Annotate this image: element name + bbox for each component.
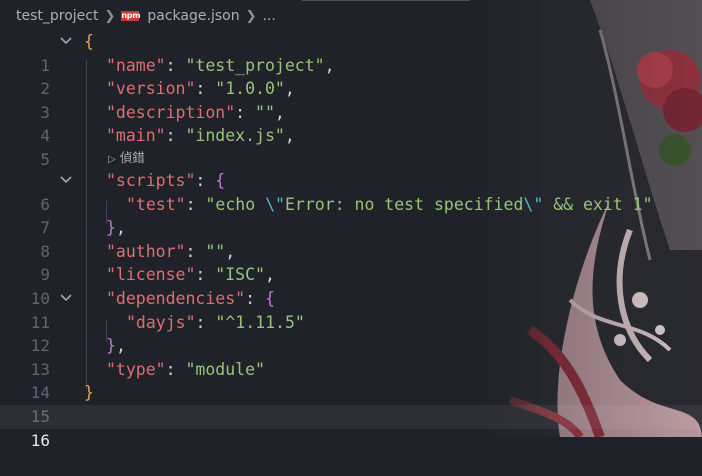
brace-open: { (215, 171, 226, 190)
json-key: "main" (106, 126, 166, 146)
json-key: "description" (106, 102, 236, 122)
code-line[interactable]: 6 "scripts": { (0, 169, 702, 214)
code-text: "version": "1.0.0", (106, 77, 295, 101)
json-value: "index.js" (185, 126, 285, 146)
escape-sequence: \" (265, 194, 285, 214)
json-key: "scripts" (106, 171, 196, 190)
colon: : (195, 312, 216, 332)
comma: , (284, 126, 295, 146)
colon: : (245, 289, 265, 308)
colon: : (165, 55, 186, 75)
code-line[interactable]: 7 "test": "echo \"Error: no test specifi… (0, 193, 702, 238)
code-text: "author": "", (106, 240, 235, 264)
breadcrumb: test_project ❯ npm package.json ❯ ... (0, 0, 702, 32)
chevron-down-icon[interactable] (60, 30, 76, 45)
breadcrumb-more[interactable]: ... (262, 8, 275, 24)
json-value-part: Error: no test specified (284, 194, 524, 214)
comma: , (264, 265, 275, 285)
chevron-right-icon: ❯ (245, 8, 257, 24)
chevron-down-icon[interactable] (60, 169, 76, 184)
brace-open: { (264, 289, 275, 308)
colon: : (235, 102, 256, 122)
json-key: "license" (106, 265, 196, 285)
comma: , (115, 336, 126, 356)
code-text: "dayjs": "^1.11.5" (126, 311, 305, 335)
comma: , (225, 241, 236, 261)
code-line[interactable]: 14 "type": "module" (0, 358, 702, 403)
code-text: "test": "echo \"Error: no test specified… (126, 193, 653, 217)
code-line[interactable]: 3 "version": "1.0.0", (0, 77, 702, 122)
json-value: "" (255, 102, 275, 122)
code-text: }, (106, 334, 126, 358)
json-key: "version" (106, 79, 196, 99)
chevron-down-icon[interactable] (60, 287, 76, 302)
comma: , (284, 79, 295, 99)
brace-close: } (84, 383, 94, 403)
json-value: "test_project" (185, 55, 325, 75)
debug-codelens[interactable]: ▷ 偵錯 (108, 147, 145, 169)
json-key: "dependencies" (106, 289, 246, 308)
brace-close: } (106, 336, 116, 356)
colon: : (165, 126, 186, 146)
json-key: "test" (126, 194, 186, 214)
json-key: "dayjs" (126, 312, 196, 332)
code-text: "type": "module" (106, 358, 265, 382)
code-text: "scripts": { (106, 169, 225, 193)
code-text: "name": "test_project", (106, 54, 335, 78)
json-key: "type" (106, 359, 166, 379)
code-line-current[interactable]: 16 (0, 405, 702, 450)
code-text: "dependencies": { (106, 287, 275, 311)
code-text: "description": "", (106, 101, 285, 125)
json-value-part: && exit 1" (543, 194, 653, 214)
json-value: "module" (185, 359, 265, 379)
code-line[interactable]: 15 } (0, 381, 702, 426)
json-value: "" (205, 241, 226, 261)
json-value-part: "echo (205, 194, 266, 214)
line-number: 16 (30, 430, 50, 450)
code-line[interactable]: 13 }, (0, 334, 702, 379)
code-line[interactable]: 12 "dayjs": "^1.11.5" (0, 311, 702, 356)
comma: , (274, 102, 285, 122)
code-editor[interactable]: 1 { 2 "name": "test_project", 3 "version… (0, 30, 702, 450)
colon: : (195, 171, 216, 190)
colon: : (185, 194, 206, 214)
escape-sequence: \" (523, 194, 544, 214)
code-line[interactable]: 2 "name": "test_project", (0, 54, 702, 99)
colon: : (165, 359, 186, 379)
code-text: "license": "ISC", (106, 263, 275, 287)
breadcrumb-file[interactable]: package.json (147, 8, 239, 24)
json-value: "^1.11.5" (215, 312, 305, 332)
json-value: "1.0.0" (215, 79, 285, 99)
code-line[interactable]: 4 "description": "", (0, 101, 702, 146)
code-line[interactable]: 9 "author": "", (0, 240, 702, 285)
colon: : (195, 79, 216, 99)
json-key: "author" (106, 241, 186, 261)
colon: : (195, 265, 216, 285)
code-line[interactable]: 10 "license": "ISC", (0, 263, 702, 308)
json-key: "name" (106, 55, 166, 75)
code-line[interactable]: 5 "main": "index.js", (0, 124, 702, 169)
comma: , (324, 55, 335, 75)
npm-icon: npm (121, 11, 141, 21)
chevron-right-icon: ❯ (104, 8, 116, 24)
comma: , (115, 218, 126, 238)
brace-open: { (84, 32, 94, 51)
json-value: "ISC" (215, 265, 265, 285)
code-line[interactable]: 11 "dependencies": { (0, 287, 702, 332)
colon: : (185, 241, 206, 261)
code-line[interactable]: 1 { (0, 30, 702, 75)
play-triangle-icon: ▷ (108, 154, 116, 165)
brace-close: } (106, 218, 116, 238)
breadcrumb-folder[interactable]: test_project (16, 8, 98, 24)
code-text: }, (106, 216, 126, 240)
debug-codelens-label: 偵錯 (119, 150, 145, 165)
code-text: "main": "index.js", (106, 124, 295, 148)
code-line[interactable]: 8 }, (0, 216, 702, 261)
